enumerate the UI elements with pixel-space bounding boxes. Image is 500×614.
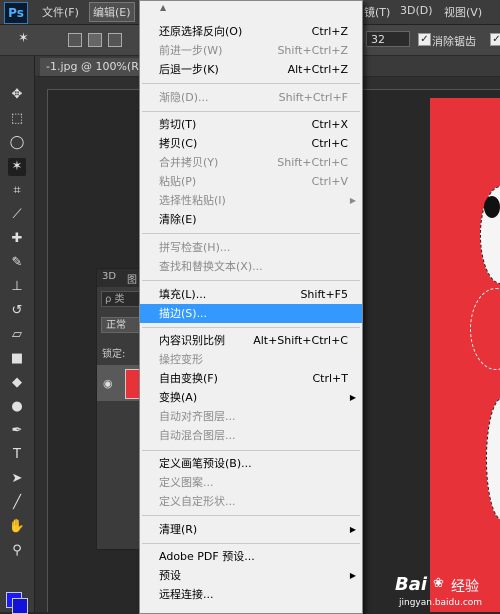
canvas-image[interactable] — [430, 98, 500, 612]
menu-item-fill[interactable]: 填充(L)... Shift+F5 — [140, 285, 362, 304]
menu-item-copy[interactable]: 拷贝(C) Ctrl+C — [140, 134, 362, 153]
dodge-tool-icon[interactable]: ● — [8, 398, 26, 416]
menu-item-pdf-presets[interactable]: Adobe PDF 预设... — [140, 547, 362, 566]
lasso-tool-icon[interactable]: ◯ — [8, 134, 26, 152]
menu-item-define-shape[interactable]: 定义自定形状... — [140, 492, 362, 511]
antialias-checkbox[interactable]: ✓ — [418, 33, 431, 46]
gradient-tool-icon[interactable]: ■ — [8, 350, 26, 368]
selection-shape — [486, 398, 500, 520]
pen-tool-icon[interactable]: ✒ — [8, 422, 26, 440]
paw-icon: ❀ — [433, 576, 444, 591]
photoshop-logo: Ps — [4, 2, 28, 24]
eyedropper-tool-icon[interactable]: ⟋ — [8, 206, 26, 224]
path-selection-icon[interactable]: ➤ — [8, 470, 26, 488]
menu-separator — [142, 327, 360, 328]
toolbox: ✥ ⬚ ◯ ✶ ⌗ ⟋ ✚ ✎ ⊥ ↺ ▱ ■ ◆ ● ✒ T ➤ ╱ ✋ ⚲ — [0, 56, 35, 614]
menu-separator — [142, 450, 360, 451]
submenu-arrow-icon: ▶ — [349, 196, 356, 205]
history-brush-icon[interactable]: ↺ — [8, 302, 26, 320]
type-tool-icon[interactable]: T — [8, 446, 26, 464]
move-tool-icon[interactable]: ✥ — [8, 86, 26, 104]
menu-item-copy-merged[interactable]: 合并拷贝(Y) Shift+Ctrl+C — [140, 153, 362, 172]
brush-tool-icon[interactable]: ✎ — [8, 254, 26, 272]
document-tab[interactable]: -1.jpg @ 100%(RG — [40, 58, 154, 76]
panda-ear — [484, 196, 500, 218]
menu-item-step-forward[interactable]: 前进一步(W) Shift+Ctrl+Z — [140, 41, 362, 60]
menu-separator — [142, 111, 360, 112]
menu-filter[interactable]: 镜(T) — [364, 4, 390, 20]
submenu-arrow-icon: ▶ — [349, 571, 356, 580]
baidu-watermark: Bai ❀ 经验 jingyan.baidu.com — [395, 574, 495, 610]
menu-item-step-backward[interactable]: 后退一步(K) Alt+Ctrl+Z — [140, 60, 362, 79]
menu-item-paste-special[interactable]: 选择性粘贴(I) ▶ — [140, 191, 362, 210]
menu-item-undo[interactable]: 还原选择反向(O) Ctrl+Z — [140, 22, 362, 41]
crop-tool-icon[interactable]: ⌗ — [8, 182, 26, 200]
menu-edit[interactable]: 编辑(E) — [89, 2, 135, 22]
menu-item-auto-blend[interactable]: 自动混合图层... — [140, 426, 362, 445]
menu-item-fade[interactable]: 渐隐(D)... Shift+Ctrl+F — [140, 88, 362, 107]
healing-brush-icon[interactable]: ✚ — [8, 230, 26, 248]
watermark-url: jingyan.baidu.com — [399, 598, 483, 608]
tolerance-input[interactable]: 32 — [366, 31, 410, 47]
menu-separator — [142, 515, 360, 516]
watermark-brand-suffix: 经验 — [451, 579, 479, 595]
menu-view[interactable]: 视图(V) — [444, 4, 482, 20]
marquee-tool-icon[interactable]: ⬚ — [8, 110, 26, 128]
menu-item-paste[interactable]: 粘贴(P) Ctrl+V — [140, 172, 362, 191]
menu-item-define-pattern[interactable]: 定义图案... — [140, 473, 362, 492]
line-tool-icon[interactable]: ╱ — [8, 494, 26, 512]
tab-layers[interactable]: 图 — [127, 271, 137, 286]
eye-icon[interactable]: ◉ — [103, 377, 113, 390]
menu-item-clear[interactable]: 清除(E) — [140, 210, 362, 229]
menu-item-stroke[interactable]: 描边(S)... — [140, 304, 362, 323]
menu-item-find-replace[interactable]: 查找和替换文本(X)... — [140, 257, 362, 276]
menu-3d[interactable]: 3D(D) — [400, 4, 433, 17]
submenu-arrow-icon: ▶ — [349, 393, 356, 402]
subtract-selection-icon[interactable] — [108, 33, 122, 47]
hand-tool-icon[interactable]: ✋ — [8, 518, 26, 536]
contiguous-checkbox[interactable]: ✓ — [490, 33, 500, 46]
menu-item-auto-align[interactable]: 自动对齐图层... — [140, 407, 362, 426]
menu-separator — [142, 233, 360, 234]
new-selection-icon[interactable] — [68, 33, 82, 47]
menu-item-puppet-warp[interactable]: 操控变形 — [140, 350, 362, 369]
menu-file[interactable]: 文件(F) — [42, 4, 79, 20]
scroll-up-arrow-icon[interactable]: ▲ — [160, 3, 166, 12]
magic-wand-tool-icon[interactable]: ✶ — [8, 158, 26, 176]
menu-item-check-spelling[interactable]: 拼写检查(H)... — [140, 238, 362, 257]
menu-item-transform[interactable]: 变换(A) ▶ — [140, 388, 362, 407]
menu-item-presets[interactable]: 预设 ▶ — [140, 566, 362, 585]
magic-wand-icon[interactable]: ✶ — [18, 31, 34, 47]
menu-item-define-brush[interactable]: 定义画笔预设(B)... — [140, 454, 362, 473]
add-selection-icon[interactable] — [88, 33, 102, 47]
submenu-arrow-icon: ▶ — [349, 525, 356, 534]
vertical-ruler — [35, 89, 48, 612]
edit-menu: ▲ 还原选择反向(O) Ctrl+Z 前进一步(W) Shift+Ctrl+Z 后退… — [139, 0, 363, 614]
menu-separator — [142, 543, 360, 544]
tab-3d[interactable]: 3D — [102, 271, 116, 282]
lock-label: 锁定: — [102, 349, 126, 360]
selection-outline — [470, 288, 500, 370]
clone-stamp-icon[interactable]: ⊥ — [8, 278, 26, 296]
menu-item-purge[interactable]: 清理(R) ▶ — [140, 520, 362, 539]
watermark-brand: Bai — [395, 574, 428, 595]
menu-item-free-transform[interactable]: 自由变换(F) Ctrl+T — [140, 369, 362, 388]
zoom-tool-icon[interactable]: ⚲ — [8, 542, 26, 560]
eraser-tool-icon[interactable]: ▱ — [8, 326, 26, 344]
menu-item-cut[interactable]: 剪切(T) Ctrl+X — [140, 115, 362, 134]
menu-item-remote-connections[interactable]: 远程连接... — [140, 585, 362, 604]
blur-tool-icon[interactable]: ◆ — [8, 374, 26, 392]
menu-item-content-aware-scale[interactable]: 内容识别比例 Alt+Shift+Ctrl+C — [140, 331, 362, 350]
antialias-label: 消除锯齿 — [432, 35, 476, 48]
menu-separator — [142, 83, 360, 84]
menu-separator — [142, 280, 360, 281]
